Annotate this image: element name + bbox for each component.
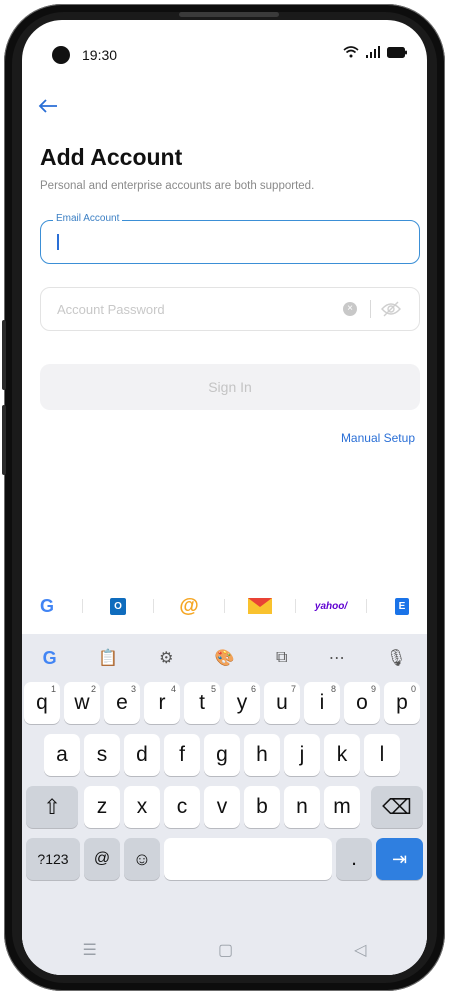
key-b[interactable]: b	[244, 786, 280, 828]
provider-divider	[82, 599, 83, 613]
key-h[interactable]: h	[244, 734, 280, 776]
gmail-envelope-icon[interactable]	[245, 594, 275, 618]
mic-off-icon[interactable]: 🎙	[386, 648, 406, 668]
yahoo-icon[interactable]: yahoo/	[315, 594, 347, 618]
shift-key[interactable]: ⇧	[26, 786, 78, 828]
back-arrow-icon[interactable]	[38, 96, 58, 119]
key-hint: 2	[90, 684, 96, 694]
key-hint: 6	[250, 684, 256, 694]
home-nav-icon[interactable]: ▢	[218, 940, 233, 960]
space-key[interactable]	[164, 838, 332, 880]
back-nav-icon[interactable]: ◁	[354, 940, 366, 960]
provider-divider	[295, 599, 296, 613]
signal-icon	[366, 46, 380, 58]
period-key[interactable]: .	[336, 838, 372, 880]
key-c[interactable]: c	[164, 786, 200, 828]
key-r[interactable]: r4	[144, 682, 180, 724]
key-u[interactable]: u7	[264, 682, 300, 724]
keyboard-row-3: ⇧ ⌫ zxcvbnm	[22, 786, 427, 828]
key-hint: 3	[130, 684, 136, 694]
backspace-key[interactable]: ⌫	[371, 786, 423, 828]
side-button-upper	[2, 320, 6, 390]
clipboard-icon[interactable]: 📋	[98, 648, 118, 668]
key-p[interactable]: p0	[384, 682, 420, 724]
key-z[interactable]: z	[84, 786, 120, 828]
provider-divider	[224, 599, 225, 613]
side-button-lower	[2, 405, 6, 475]
at-key[interactable]: @	[84, 838, 120, 880]
provider-divider	[366, 599, 367, 613]
key-y[interactable]: y6	[224, 682, 260, 724]
resize-icon[interactable]: ⧉	[276, 649, 287, 667]
page-title: Add Account	[40, 144, 183, 170]
key-w[interactable]: w2	[64, 682, 100, 724]
key-g[interactable]: g	[204, 734, 240, 776]
exchange-icon[interactable]: E	[387, 594, 417, 618]
key-hint: 0	[410, 684, 416, 694]
key-x[interactable]: x	[124, 786, 160, 828]
provider-bar: G O @ yahoo/ E	[22, 588, 427, 624]
navigation-bar: ☰ ▢ ◁	[22, 925, 427, 975]
emoji-key[interactable]: ☺	[124, 838, 160, 880]
key-e[interactable]: e3	[104, 682, 140, 724]
keyboard-toolbar: G 📋 ⚙ 🎨 ⧉ ⋯ 🎙	[22, 642, 427, 674]
keyboard-row-2: asdfghjkl	[22, 734, 427, 776]
clear-icon[interactable]: ×	[343, 302, 357, 316]
wifi-icon	[343, 46, 359, 58]
google-g-icon[interactable]: G	[43, 648, 57, 669]
page-subtitle: Personal and enterprise accounts are bot…	[40, 180, 315, 192]
menu-nav-icon[interactable]: ☰	[83, 940, 97, 960]
status-icons	[343, 46, 407, 58]
manual-setup-link[interactable]: Manual Setup	[341, 431, 415, 445]
hide-password-icon[interactable]	[381, 301, 401, 322]
password-placeholder: Account Password	[57, 302, 165, 317]
key-j[interactable]: j	[284, 734, 320, 776]
more-icon[interactable]: ⋯	[329, 648, 345, 668]
google-icon[interactable]: G	[32, 594, 62, 618]
key-t[interactable]: t5	[184, 682, 220, 724]
key-m[interactable]: m	[324, 786, 360, 828]
settings-gear-icon[interactable]: ⚙	[159, 648, 173, 668]
key-s[interactable]: s	[84, 734, 120, 776]
key-hint: 8	[330, 684, 336, 694]
key-hint: 4	[170, 684, 176, 694]
key-d[interactable]: d	[124, 734, 160, 776]
keyboard-row-4: ?123 @ ☺ . ⇥	[22, 838, 427, 880]
numbers-key[interactable]: ?123	[26, 838, 80, 880]
email-field-label: Email Account	[53, 213, 123, 224]
key-o[interactable]: o9	[344, 682, 380, 724]
text-caret	[57, 234, 59, 250]
key-i[interactable]: i8	[304, 682, 340, 724]
key-v[interactable]: v	[204, 786, 240, 828]
key-hint: 1	[50, 684, 56, 694]
email-field[interactable]: Email Account	[40, 213, 420, 264]
outlook-icon[interactable]: O	[103, 594, 133, 618]
earpiece-speaker	[179, 12, 279, 17]
key-n[interactable]: n	[284, 786, 320, 828]
keyboard: G 📋 ⚙ 🎨 ⧉ ⋯ 🎙 q1w2e3r4t5y6u7i8o9p0 asdfg…	[22, 634, 427, 975]
key-hint: 5	[210, 684, 216, 694]
palette-icon[interactable]: 🎨	[215, 648, 235, 668]
status-bar: 19:30	[22, 20, 427, 64]
password-field[interactable]: Account Password ×	[40, 287, 420, 331]
key-hint: 9	[370, 684, 376, 694]
field-divider	[370, 300, 371, 318]
provider-divider	[153, 599, 154, 613]
status-time: 19:30	[82, 47, 118, 63]
at-mail-icon[interactable]: @	[174, 594, 204, 618]
key-a[interactable]: a	[44, 734, 80, 776]
key-f[interactable]: f	[164, 734, 200, 776]
next-key[interactable]: ⇥	[376, 838, 423, 880]
screen: 19:30 Add Account Personal and enterpris…	[22, 20, 427, 975]
battery-icon	[387, 46, 407, 58]
key-k[interactable]: k	[324, 734, 360, 776]
key-l[interactable]: l	[364, 734, 400, 776]
front-camera	[52, 46, 70, 64]
sign-in-button[interactable]: Sign In	[40, 364, 420, 410]
key-q[interactable]: q1	[24, 682, 60, 724]
keyboard-row-1: q1w2e3r4t5y6u7i8o9p0	[22, 682, 427, 724]
key-hint: 7	[290, 684, 296, 694]
